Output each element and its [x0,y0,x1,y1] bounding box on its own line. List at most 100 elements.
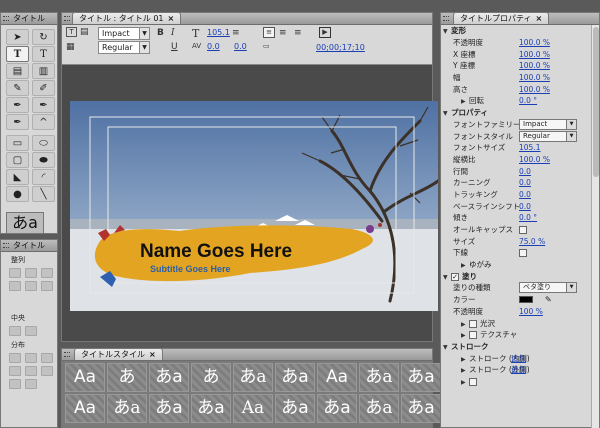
tab-title-properties[interactable]: タイトルプロパティ × [453,13,550,24]
scrollbar-thumb[interactable] [593,27,599,177]
expand-right-icon[interactable]: ▶ [461,262,469,269]
leading-value[interactable]: 0.0 [234,42,247,51]
clipped-rectangle-tool-icon[interactable]: ⬭ [32,135,55,151]
rounded-rect-tool-icon[interactable]: ▢ [6,152,29,168]
roll-crawl-icon[interactable]: ▤ [80,27,89,37]
property-value[interactable]: 0.0 ° [519,96,537,105]
rectangle-tool-icon[interactable]: ▭ [6,135,29,151]
property-value[interactable]: 100 % [519,307,543,316]
align-right-icon[interactable] [41,268,53,278]
close-styles-icon[interactable]: × [149,350,156,359]
expand-down-icon[interactable]: ▼ [443,274,451,281]
rounded-corner-tool-icon[interactable]: ⬬ [32,152,55,168]
font-family-select[interactable]: Impact ▼ [98,27,150,40]
show-video-icon[interactable]: ▶ [319,27,331,38]
expand-right-icon[interactable]: ▶ [461,332,469,339]
checkbox[interactable] [469,377,477,386]
align-left-icon[interactable] [9,268,21,278]
align-text-left-icon[interactable]: ≡ [263,27,275,38]
distribute-top-icon[interactable] [25,366,37,376]
expand-right-icon[interactable]: ▶ [461,356,469,363]
expand-right-icon[interactable]: ▶ [461,379,469,386]
vertical-path-type-tool-icon[interactable]: ✐ [32,80,55,96]
expand-down-icon[interactable]: ▼ [443,28,451,35]
style-swatch[interactable]: あa [401,394,441,423]
style-swatch[interactable]: あ [191,363,231,392]
type-tool-icon[interactable]: T [6,46,29,62]
distribute-middle-icon[interactable] [41,366,53,376]
style-swatch[interactable]: あa [401,363,441,392]
title-canvas[interactable]: Name Goes Here Subtitle Goes Here [70,101,438,311]
arc-tool-icon[interactable]: ◜ [32,169,55,185]
font-size-value[interactable]: 105.1 [207,28,230,37]
style-swatch[interactable]: あa [275,363,315,392]
expand-down-icon[interactable]: ▼ [443,344,451,351]
align-bottom-icon[interactable] [41,281,53,291]
selection-tool-icon[interactable]: ➤ [6,29,29,45]
property-value[interactable]: 100.0 % [519,85,550,94]
expand-right-icon[interactable]: ▶ [461,98,469,105]
expand-right-icon[interactable]: ▶ [461,367,469,374]
style-swatch[interactable]: あa [191,394,231,423]
vertical-area-type-tool-icon[interactable]: ▥ [32,63,55,79]
vertical-type-tool-icon[interactable]: T [32,46,55,62]
new-title-icon[interactable]: T [66,27,77,37]
align-center-v-icon[interactable] [25,281,37,291]
distribute-left-icon[interactable] [9,353,21,363]
line-tool-icon[interactable]: ╲ [32,186,55,202]
timecode-value[interactable]: 00;00;17;10 [316,43,365,52]
align-text-center-icon[interactable]: ≡ [279,28,287,38]
style-swatch[interactable]: あa [317,394,357,423]
bold-icon[interactable]: B [157,28,164,38]
properties-scrollbar[interactable] [591,25,599,428]
close-tab-icon[interactable]: × [168,14,175,23]
style-swatch[interactable]: あa [359,394,399,423]
property-value[interactable]: 0.0 [519,178,531,187]
style-swatch[interactable]: Aa [317,363,357,392]
property-value[interactable]: 75.0 % [519,237,545,246]
property-value[interactable]: 100.0 % [519,61,550,70]
color-swatch[interactable] [519,296,533,304]
style-swatch[interactable]: あa [149,363,189,392]
align-top-icon[interactable] [9,281,21,291]
ellipse-tool-icon[interactable]: ● [6,186,29,202]
distribute-bottom-icon[interactable] [9,379,21,389]
property-value[interactable]: 0.0 [519,202,531,211]
style-swatch[interactable]: Aa [65,394,105,423]
font-style-select[interactable]: Regular ▼ [98,41,150,54]
rotate-tool-icon[interactable]: ↻ [32,29,55,45]
area-type-tool-icon[interactable]: ▤ [6,63,29,79]
tools-panel-header[interactable]: タイトル [1,13,57,25]
kerning-value[interactable]: 0.0 [207,42,220,51]
italic-icon[interactable]: I [171,28,175,38]
checkbox[interactable] [519,225,527,234]
pen-tool-icon[interactable]: ✒ [6,97,29,113]
center-vertical-icon[interactable] [25,326,37,336]
property-value[interactable]: 0.0 [519,190,531,199]
canvas-title-text[interactable]: Name Goes Here [140,241,292,262]
expand-down-icon[interactable]: ▼ [443,110,451,117]
distribute-h-space-icon[interactable] [9,366,21,376]
style-swatch[interactable]: あ [107,363,147,392]
canvas-subtitle-text[interactable]: Subtitle Goes Here [150,264,231,274]
add-stroke-link[interactable]: 追加 [511,353,526,364]
path-type-tool-icon[interactable]: ✎ [6,80,29,96]
style-swatch[interactable]: Aa [65,363,105,392]
property-value[interactable]: 0.0 ° [519,213,537,222]
tab-title-styles[interactable]: タイトルスタイル × [74,349,163,360]
style-swatch[interactable]: あa [149,394,189,423]
align-panel-header[interactable]: タイトル [1,240,57,252]
style-swatch[interactable]: あa [359,363,399,392]
style-swatch[interactable]: あa [275,394,315,423]
delete-anchor-tool-icon[interactable]: ✒ [32,97,55,113]
tab-stops-icon[interactable]: ▭ [263,42,270,50]
property-value[interactable]: 105.1 [519,143,540,152]
expand-right-icon[interactable]: ▶ [461,321,469,328]
add-anchor-tool-icon[interactable]: ✒ [6,114,29,130]
checkbox[interactable] [519,248,527,257]
wedge-tool-icon[interactable]: ◣ [6,169,29,185]
checkbox[interactable] [469,331,477,340]
property-value[interactable]: 100.0 % [519,155,550,164]
style-swatch[interactable]: あa [233,363,273,392]
align-text-right-icon[interactable]: ≡ [294,28,302,38]
